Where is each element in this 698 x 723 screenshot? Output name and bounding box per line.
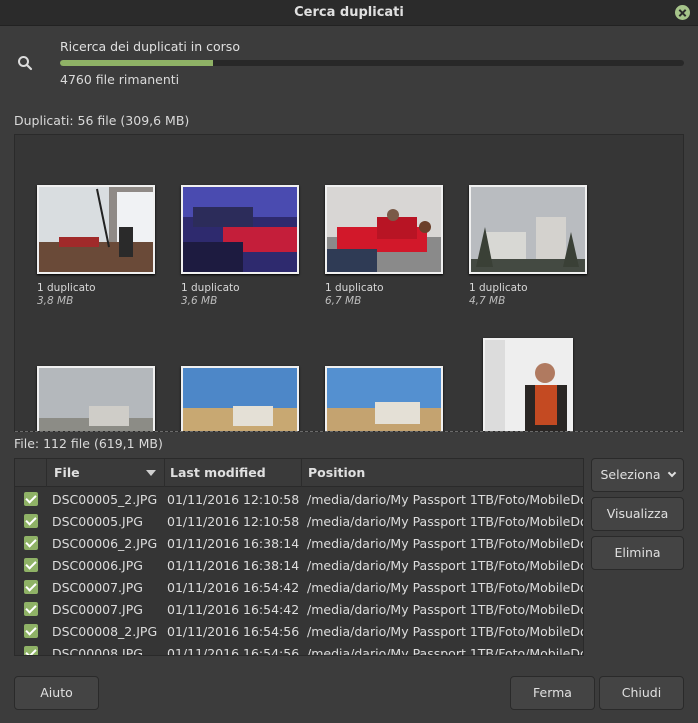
thumbnail-item[interactable] — [325, 366, 443, 431]
file-name-cell: DSC00006_2.JPG — [52, 536, 158, 551]
file-name-cell: DSC00005_2.JPG — [52, 492, 158, 507]
position-cell: /media/dario/My Passport 1TB/Foto/Mobile… — [307, 580, 583, 595]
position-cell: /media/dario/My Passport 1TB/Foto/Mobile… — [307, 624, 583, 639]
last-modified-cell: 01/11/2016 16:54:56 — [167, 646, 300, 656]
files-table: File Last modified Position DSC00005_2.J… — [14, 458, 584, 656]
search-icon — [18, 56, 33, 71]
row-checkbox[interactable] — [24, 514, 38, 528]
duplicate-size: 4,7 MB — [469, 295, 506, 307]
progress-fill — [60, 60, 213, 66]
thumbnail-item[interactable] — [181, 366, 299, 431]
photo-thumbnail[interactable] — [469, 185, 587, 274]
duplicate-count: 1 duplicato — [469, 282, 528, 294]
thumbnail-item[interactable]: 1 duplicato 6,7 MB — [325, 185, 443, 307]
view-button[interactable]: Visualizza — [591, 497, 684, 531]
last-modified-cell: 01/11/2016 16:54:56 — [167, 624, 300, 639]
thumbnail-grid: 1 duplicato 3,8 MB 1 duplicato 3,6 MB 1 … — [14, 134, 684, 432]
column-header-last-modified[interactable]: Last modified — [165, 459, 302, 487]
help-button[interactable]: Aiuto — [14, 676, 99, 710]
row-checkbox[interactable] — [24, 624, 38, 638]
files-summary: File: 112 file (619,1 MB) — [14, 436, 163, 451]
position-cell: /media/dario/My Passport 1TB/Foto/Mobile… — [307, 492, 583, 507]
file-name-cell: DSC00005.JPG — [52, 514, 143, 529]
file-name-cell: DSC00007.JPG — [52, 580, 143, 595]
table-header: File Last modified Position — [15, 459, 583, 487]
row-checkbox[interactable] — [24, 536, 38, 550]
title-bar: Cerca duplicati — [0, 0, 698, 26]
column-header-file[interactable]: File — [47, 459, 165, 487]
file-name-cell: DSC00007.JPG — [52, 602, 143, 617]
duplicates-summary: Duplicati: 56 file (309,6 MB) — [14, 113, 190, 128]
stop-button[interactable]: Ferma — [510, 676, 595, 710]
photo-thumbnail[interactable] — [325, 185, 443, 274]
table-row[interactable]: DSC00005.JPG 01/11/2016 12:10:58/media/da… — [15, 510, 583, 532]
position-cell: /media/dario/My Passport 1TB/Foto/Mobile… — [307, 646, 583, 656]
duplicate-count: 1 duplicato — [325, 282, 384, 294]
photo-thumbnail[interactable] — [325, 366, 443, 431]
last-modified-cell: 01/11/2016 12:10:58 — [167, 492, 300, 507]
last-modified-cell: 01/11/2016 12:10:58 — [167, 514, 300, 529]
last-modified-cell: 01/11/2016 16:38:14 — [167, 558, 300, 573]
close-button[interactable]: Chiudi — [599, 676, 684, 710]
thumbnail-item[interactable]: 1 duplicato 4,7 MB — [469, 185, 587, 307]
window-title: Cerca duplicati — [294, 5, 404, 20]
duplicate-size: 3,6 MB — [181, 295, 218, 307]
photo-thumbnail[interactable] — [181, 185, 299, 274]
table-row[interactable]: DSC00006.JPG 01/11/2016 16:38:14/media/da… — [15, 554, 583, 576]
progress-title: Ricerca dei duplicati in corso — [60, 39, 240, 54]
table-row[interactable]: DSC00005_2.JPG 01/11/2016 12:10:58/media/… — [15, 488, 583, 510]
thumbnail-item[interactable]: 1 duplicato 3,8 MB — [37, 185, 155, 307]
table-row[interactable]: DSC00008_2.JPG 01/11/2016 16:54:56/media/… — [15, 620, 583, 642]
position-cell: /media/dario/My Passport 1TB/Foto/Mobile… — [307, 536, 583, 551]
duplicate-size: 6,7 MB — [325, 295, 362, 307]
row-checkbox[interactable] — [24, 558, 38, 572]
table-row[interactable]: DSC00006_2.JPG 01/11/2016 16:38:14/media/… — [15, 532, 583, 554]
position-cell: /media/dario/My Passport 1TB/Foto/Mobile… — [307, 514, 583, 529]
delete-button[interactable]: Elimina — [591, 536, 684, 570]
file-name-cell: DSC00006.JPG — [52, 558, 143, 573]
pane-separator[interactable] — [15, 431, 683, 432]
table-row[interactable]: DSC00007.JPG 01/11/2016 16:54:42/media/da… — [15, 598, 583, 620]
photo-thumbnail[interactable] — [181, 366, 299, 431]
chevron-down-icon — [667, 468, 676, 478]
thumbnail-item[interactable] — [37, 366, 155, 431]
sort-descending-icon — [146, 470, 156, 476]
progress-bar — [60, 60, 684, 66]
table-row[interactable]: DSC00007.JPG 01/11/2016 16:54:42/media/da… — [15, 576, 583, 598]
position-cell: /media/dario/My Passport 1TB/Foto/Mobile… — [307, 602, 583, 617]
duplicate-size: 3,8 MB — [37, 295, 74, 307]
photo-thumbnail[interactable] — [483, 338, 573, 431]
thumbnail-item[interactable]: 1 duplicato 3,6 MB — [181, 185, 299, 307]
duplicate-count: 1 duplicato — [37, 282, 96, 294]
file-name-cell: DSC00008.JPG — [52, 646, 143, 656]
row-checkbox[interactable] — [24, 492, 38, 506]
thumbnail-item[interactable] — [483, 338, 573, 431]
row-checkbox[interactable] — [24, 646, 38, 655]
duplicate-count: 1 duplicato — [181, 282, 240, 294]
close-icon[interactable] — [675, 5, 690, 20]
position-cell: /media/dario/My Passport 1TB/Foto/Mobile… — [307, 558, 583, 573]
column-header-position[interactable]: Position — [302, 459, 583, 487]
row-checkbox[interactable] — [24, 602, 38, 616]
last-modified-cell: 01/11/2016 16:54:42 — [167, 580, 300, 595]
file-name-cell: DSC00008_2.JPG — [52, 624, 158, 639]
photo-thumbnail[interactable] — [37, 366, 155, 431]
remaining-files: 4760 file rimanenti — [60, 72, 180, 87]
last-modified-cell: 01/11/2016 16:38:14 — [167, 536, 300, 551]
table-row[interactable]: DSC00008.JPG 01/11/2016 16:54:56/media/da… — [15, 642, 583, 656]
last-modified-cell: 01/11/2016 16:54:42 — [167, 602, 300, 617]
photo-thumbnail[interactable] — [37, 185, 155, 274]
row-checkbox[interactable] — [24, 580, 38, 594]
checkbox-column-header[interactable] — [15, 459, 47, 487]
select-dropdown-button[interactable]: Seleziona — [591, 458, 684, 492]
